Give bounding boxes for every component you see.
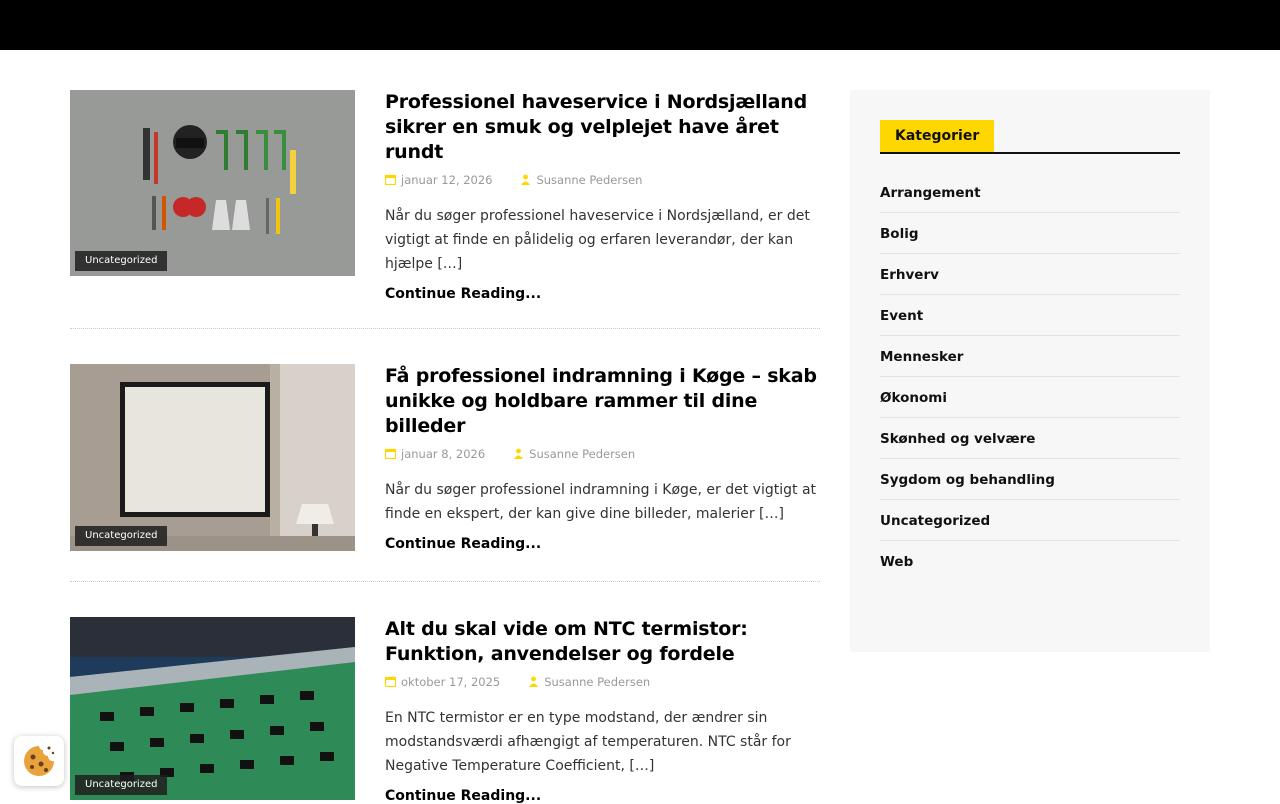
post-body: Få professionel indramning i Køge – skab… bbox=[385, 364, 820, 552]
category-item[interactable]: Økonomi bbox=[880, 377, 1180, 418]
category-item[interactable]: Bolig bbox=[880, 213, 1180, 254]
top-bar bbox=[0, 0, 1280, 50]
post-author[interactable]: Susanne Pedersen bbox=[529, 447, 635, 461]
widget-title: Kategorier bbox=[880, 120, 995, 152]
cookie-settings-button[interactable] bbox=[14, 736, 64, 786]
category-item[interactable]: Erhverv bbox=[880, 254, 1180, 295]
post-excerpt: Når du søger professionel haveservice i … bbox=[385, 208, 810, 272]
calendar-icon bbox=[385, 174, 397, 186]
continue-reading-link[interactable]: Continue Reading... bbox=[385, 286, 820, 302]
category-item[interactable]: Web bbox=[880, 541, 1180, 581]
post-author[interactable]: Susanne Pedersen bbox=[544, 675, 650, 689]
continue-reading-link[interactable]: Continue Reading... bbox=[385, 536, 820, 552]
category-item[interactable]: Skønhed og velvære bbox=[880, 418, 1180, 459]
post-item: Uncategorized Professionel haveservice i… bbox=[70, 90, 820, 302]
user-icon bbox=[513, 448, 525, 460]
post-thumbnail[interactable]: Uncategorized bbox=[70, 364, 355, 551]
continue-reading-link[interactable]: Continue Reading... bbox=[385, 788, 820, 804]
calendar-icon bbox=[385, 676, 397, 688]
category-item[interactable]: Sygdom og behandling bbox=[880, 459, 1180, 500]
user-icon bbox=[520, 174, 532, 186]
categories-widget-header: Kategorier bbox=[880, 120, 1180, 154]
sidebar: Kategorier Arrangement Bolig Erhverv Eve… bbox=[850, 90, 1210, 652]
post-title[interactable]: Få professionel indramning i Køge – skab… bbox=[385, 364, 820, 439]
frame-image bbox=[70, 364, 355, 551]
user-icon bbox=[528, 676, 540, 688]
post-excerpt: Når du søger professionel indramning i K… bbox=[385, 482, 817, 522]
category-item[interactable]: Uncategorized bbox=[880, 500, 1180, 541]
cookie-icon bbox=[24, 746, 55, 776]
category-item[interactable]: Arrangement bbox=[880, 172, 1180, 213]
post-thumbnail[interactable]: Uncategorized bbox=[70, 90, 355, 276]
tools-image bbox=[70, 90, 355, 276]
post-date[interactable]: oktober 17, 2025 bbox=[401, 675, 500, 689]
post-item: Uncategorized Få professionel indramning… bbox=[70, 364, 820, 552]
post-thumbnail[interactable]: Uncategorized bbox=[70, 617, 355, 800]
calendar-icon bbox=[385, 448, 397, 460]
category-badge[interactable]: Uncategorized bbox=[75, 526, 168, 546]
post-title[interactable]: Professionel haveservice i Nordsjælland … bbox=[385, 90, 820, 165]
post-author[interactable]: Susanne Pedersen bbox=[536, 173, 642, 187]
post-divider bbox=[70, 328, 820, 329]
post-title[interactable]: Alt du skal vide om NTC termistor: Funkt… bbox=[385, 617, 820, 667]
post-item: Uncategorized Alt du skal vide om NTC te… bbox=[70, 617, 820, 804]
circuit-board-image bbox=[70, 617, 355, 800]
category-list: Arrangement Bolig Erhverv Event Menneske… bbox=[880, 172, 1180, 581]
post-body: Professionel haveservice i Nordsjælland … bbox=[385, 90, 820, 302]
category-item[interactable]: Mennesker bbox=[880, 336, 1180, 377]
post-divider bbox=[70, 581, 820, 582]
post-meta: oktober 17, 2025 Susanne Pedersen bbox=[385, 674, 820, 690]
post-body: Alt du skal vide om NTC termistor: Funkt… bbox=[385, 617, 820, 804]
post-date[interactable]: januar 12, 2026 bbox=[401, 173, 492, 187]
post-excerpt: En NTC termistor er en type modstand, de… bbox=[385, 710, 791, 774]
post-meta: januar 8, 2026 Susanne Pedersen bbox=[385, 446, 820, 462]
post-meta: januar 12, 2026 Susanne Pedersen bbox=[385, 172, 820, 188]
post-date[interactable]: januar 8, 2026 bbox=[401, 447, 485, 461]
category-badge[interactable]: Uncategorized bbox=[75, 775, 168, 795]
category-item[interactable]: Event bbox=[880, 295, 1180, 336]
category-badge[interactable]: Uncategorized bbox=[75, 251, 168, 271]
